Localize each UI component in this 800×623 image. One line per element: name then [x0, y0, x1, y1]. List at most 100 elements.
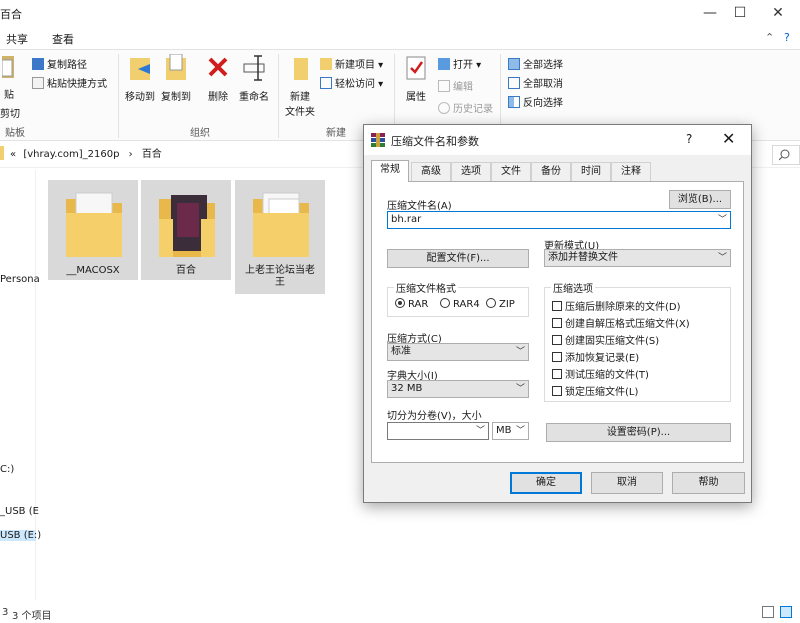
format-rar-radio[interactable]: RAR — [395, 298, 428, 310]
option-create-sfx[interactable]: 创建自解压格式压缩文件(X) — [552, 315, 690, 330]
copy-path-label: 复制路径 — [47, 60, 87, 71]
tab-options[interactable]: 选项 — [451, 162, 491, 181]
update-mode-select[interactable]: 添加并替换文件 ﹀ — [544, 249, 731, 267]
archive-name-dialog: 压缩文件名和参数 ? ✕ 常规 高级 选项 文件 备份 时间 注释 压缩文件名(… — [363, 124, 752, 503]
chevron-down-icon[interactable]: ﹀ — [476, 423, 485, 439]
radio-icon — [486, 298, 496, 308]
chevron-down-icon: ﹀ — [515, 426, 525, 436]
dialog-close-button[interactable]: ✕ — [722, 129, 735, 148]
nav-item-usb-drive[interactable]: _USB (E — [0, 506, 39, 517]
collapse-ribbon-icon[interactable]: ⌃ — [765, 31, 774, 44]
select-none-button[interactable]: 全部取消 — [508, 75, 563, 90]
edit-button[interactable]: 编辑 — [438, 78, 473, 93]
format-rar4-radio[interactable]: RAR4 — [440, 298, 480, 310]
option-test-files[interactable]: 测试压缩的文件(T) — [552, 366, 649, 381]
format-zip-label: ZIP — [499, 299, 515, 310]
select-all-button[interactable]: 全部选择 — [508, 56, 563, 71]
dialog-help-button[interactable]: ? — [686, 132, 692, 146]
ok-button[interactable]: 确定 — [510, 472, 582, 494]
tab-time[interactable]: 时间 — [571, 162, 611, 181]
history-button[interactable]: 历史记录 — [438, 100, 493, 115]
address-overflow-chevron[interactable]: « — [10, 149, 16, 160]
nav-item-drive-c[interactable]: C:) — [0, 464, 14, 475]
new-item-button[interactable]: 新建项目 ▾ — [320, 56, 383, 71]
easy-access-label: 轻松访问 — [335, 79, 375, 90]
checkbox-icon — [552, 369, 562, 379]
breadcrumb-separator: › — [128, 149, 133, 160]
copy-to-label: 复制到 — [161, 92, 191, 103]
tab-view[interactable]: 查看 — [52, 31, 74, 47]
chevron-down-icon[interactable]: ﹀ — [718, 212, 727, 228]
breadcrumb-vhray[interactable]: [vhray.com]_2160p — [23, 149, 119, 160]
compression-options-title: 压缩选项 — [551, 280, 595, 295]
option-lock-archive[interactable]: 锁定压缩文件(L) — [552, 383, 638, 398]
set-password-button[interactable]: 设置密码(P)... — [546, 423, 731, 442]
new-folder-button[interactable]: 新建 文件夹 — [282, 54, 318, 118]
large-icons-view-icon[interactable] — [780, 606, 792, 618]
split-size-input[interactable]: ﹀ — [387, 422, 489, 440]
search-input[interactable] — [772, 145, 800, 165]
maximize-button[interactable]: ☐ — [722, 0, 758, 27]
copy-path-button[interactable]: 复制路径 — [32, 56, 87, 71]
paste-button[interactable]: 贴 — [0, 54, 18, 101]
organize-group-label: 组织 — [190, 128, 210, 139]
file-item-laowang[interactable]: 上老王论坛当老王 — [235, 180, 325, 294]
move-to-button[interactable]: 移动到 — [122, 54, 158, 103]
tab-files[interactable]: 文件 — [491, 162, 531, 181]
address-bar[interactable]: « [vhray.com]_2160p › 百合 — [0, 145, 162, 165]
new-item-icon — [320, 58, 332, 70]
split-unit-select[interactable]: MB ﹀ — [492, 422, 529, 440]
file-item-baihe[interactable]: 百合 — [141, 180, 231, 280]
breadcrumb-baihe[interactable]: 百合 — [142, 149, 162, 160]
tab-comment[interactable]: 注释 — [611, 162, 651, 181]
folder-icon — [0, 146, 4, 160]
option-delete-after[interactable]: 压缩后删除原来的文件(D) — [552, 298, 681, 313]
new-folder-label-line1: 新建 — [290, 92, 310, 103]
invert-selection-button[interactable]: 反向选择 — [508, 94, 563, 109]
invert-selection-icon — [508, 96, 520, 108]
compression-method-select[interactable]: 标准 ﹀ — [387, 343, 529, 361]
format-zip-radio[interactable]: ZIP — [486, 298, 515, 310]
delete-button[interactable]: 删除 — [200, 54, 236, 103]
option-create-solid[interactable]: 创建固实压缩文件(S) — [552, 332, 659, 347]
select-all-icon — [508, 58, 520, 70]
move-to-label: 移动到 — [125, 92, 155, 103]
paste-shortcut-button[interactable]: 粘贴快捷方式 — [32, 75, 107, 90]
option-label: 锁定压缩文件(L) — [565, 387, 639, 398]
properties-button[interactable]: 属性 — [398, 54, 434, 103]
tab-backup[interactable]: 备份 — [531, 162, 571, 181]
delete-icon — [208, 57, 228, 77]
nav-item-usb-drive-selected[interactable]: USB (E:) — [0, 530, 41, 541]
new-folder-icon — [294, 58, 308, 80]
browse-button[interactable]: 浏览(B)... — [669, 190, 731, 209]
details-view-icon[interactable] — [762, 606, 774, 618]
cut-button[interactable]: 剪切 — [0, 105, 20, 120]
invert-selection-label: 反向选择 — [523, 98, 563, 109]
compression-options-group: 压缩选项 压缩后删除原来的文件(D) 创建自解压格式压缩文件(X) 创建固实压缩… — [544, 280, 731, 402]
file-item-macosx[interactable]: __MACOSX — [48, 180, 138, 280]
format-rar-label: RAR — [408, 299, 429, 310]
dictionary-size-select[interactable]: 32 MB ﹀ — [387, 380, 529, 398]
folder-icon — [253, 192, 309, 257]
cancel-button[interactable]: 取消 — [591, 472, 663, 494]
copy-to-button[interactable]: 复制到 — [158, 53, 194, 103]
ribbon-tabs: 共享 查看 ⌃ ? — [0, 27, 800, 49]
nav-item-personal[interactable]: Persona — [0, 274, 40, 285]
compression-method-value: 标准 — [391, 346, 411, 357]
easy-access-button[interactable]: 轻松访问 ▾ — [320, 75, 383, 90]
rename-icon — [243, 55, 265, 81]
help-button[interactable]: 帮助 — [672, 472, 745, 494]
archive-name-input[interactable]: bh.rar ﹀ — [387, 211, 731, 229]
open-button[interactable]: 打开 ▾ — [438, 56, 481, 71]
tab-advanced[interactable]: 高级 — [411, 162, 451, 181]
explorer-title: 百合 — [0, 8, 22, 21]
copy-to-icon — [166, 53, 186, 80]
rename-button[interactable]: 重命名 — [236, 54, 272, 103]
new-group-label: 新建 — [326, 128, 346, 139]
tab-general[interactable]: 常规 — [371, 160, 409, 182]
option-recovery-record[interactable]: 添加恢复记录(E) — [552, 349, 639, 364]
tab-share[interactable]: 共享 — [6, 31, 28, 47]
close-button[interactable]: ✕ — [760, 0, 796, 27]
help-icon[interactable]: ? — [784, 31, 790, 44]
profiles-button[interactable]: 配置文件(F)... — [387, 249, 529, 268]
